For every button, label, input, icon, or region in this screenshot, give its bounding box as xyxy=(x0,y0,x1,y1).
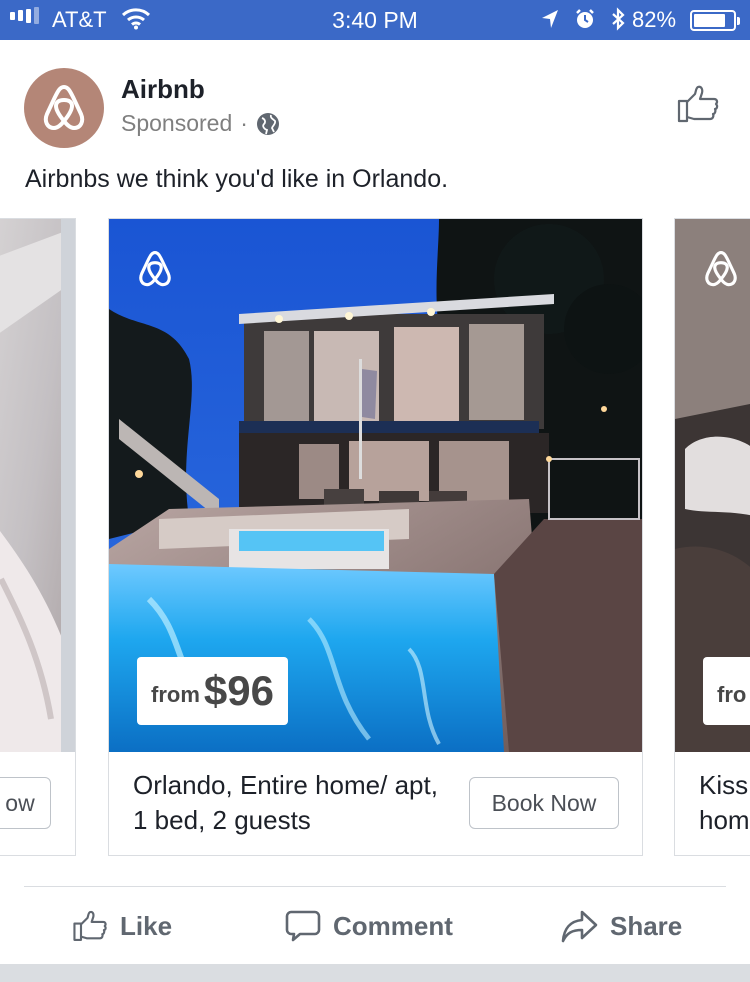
comment-label: Comment xyxy=(333,910,453,941)
share-label: Share xyxy=(610,910,683,941)
separator-dot: · xyxy=(240,110,248,136)
action-bar: Like Comment Share xyxy=(0,900,750,956)
thumbs-up-icon xyxy=(73,910,107,941)
listing-info: ow xyxy=(0,752,75,855)
listing-image: from $96 xyxy=(109,219,642,752)
price-tag: from $96 xyxy=(137,657,288,725)
like-button[interactable]: Like xyxy=(72,908,172,944)
divider xyxy=(24,886,726,887)
sponsored-line: Sponsored · xyxy=(121,110,280,137)
share-button[interactable]: Share xyxy=(560,908,682,944)
globe-icon xyxy=(256,112,279,135)
like-label: Like xyxy=(120,910,173,941)
location-arrow-icon xyxy=(542,10,558,28)
alarm-icon xyxy=(576,9,594,28)
book-now-button[interactable]: Book Now xyxy=(469,777,619,829)
avatar[interactable] xyxy=(24,68,104,148)
listing-title: Kiss hom xyxy=(699,770,750,835)
bluetooth-icon xyxy=(612,7,625,31)
share-icon xyxy=(561,910,598,943)
listing-image: fro xyxy=(675,219,750,752)
price-amount: $96 xyxy=(203,667,274,714)
post-text: Airbnbs we think you'd like in Orlando. xyxy=(25,165,449,193)
airbnb-logo-icon xyxy=(705,251,737,287)
listing-info: Kiss hom xyxy=(675,752,750,855)
thumbs-up-icon xyxy=(677,85,719,123)
airbnb-logo-icon xyxy=(43,85,85,130)
feed-separator xyxy=(0,964,750,982)
sponsored-label: Sponsored xyxy=(121,110,233,136)
price-tag: fro xyxy=(703,657,750,725)
status-icons xyxy=(540,7,626,31)
battery-icon xyxy=(690,10,740,31)
comment-button[interactable]: Comment xyxy=(285,908,453,944)
page-name[interactable]: Airbnb xyxy=(121,74,205,105)
carousel-card-previous[interactable]: ow xyxy=(0,218,76,856)
price-prefix: from xyxy=(151,682,200,707)
listing-image xyxy=(0,219,75,752)
book-now-button[interactable]: ow xyxy=(0,777,51,829)
carousel-card-next[interactable]: fro Kiss hom xyxy=(674,218,750,856)
status-bar: AT&T 3:40 PM 82% xyxy=(0,0,750,40)
comment-icon xyxy=(285,910,321,942)
listing-info: Orlando, Entire home/ apt, 1 bed, 2 gues… xyxy=(109,752,642,855)
listing-title: Orlando, Entire home/ apt, 1 bed, 2 gues… xyxy=(133,770,438,835)
carousel-card[interactable]: from $96 Orlando, Entire home/ apt, 1 be… xyxy=(108,218,643,856)
airbnb-logo-icon xyxy=(139,251,171,287)
battery-percent: 82% xyxy=(632,7,677,32)
price-prefix: fro xyxy=(717,682,747,707)
like-page-button[interactable] xyxy=(676,84,720,124)
